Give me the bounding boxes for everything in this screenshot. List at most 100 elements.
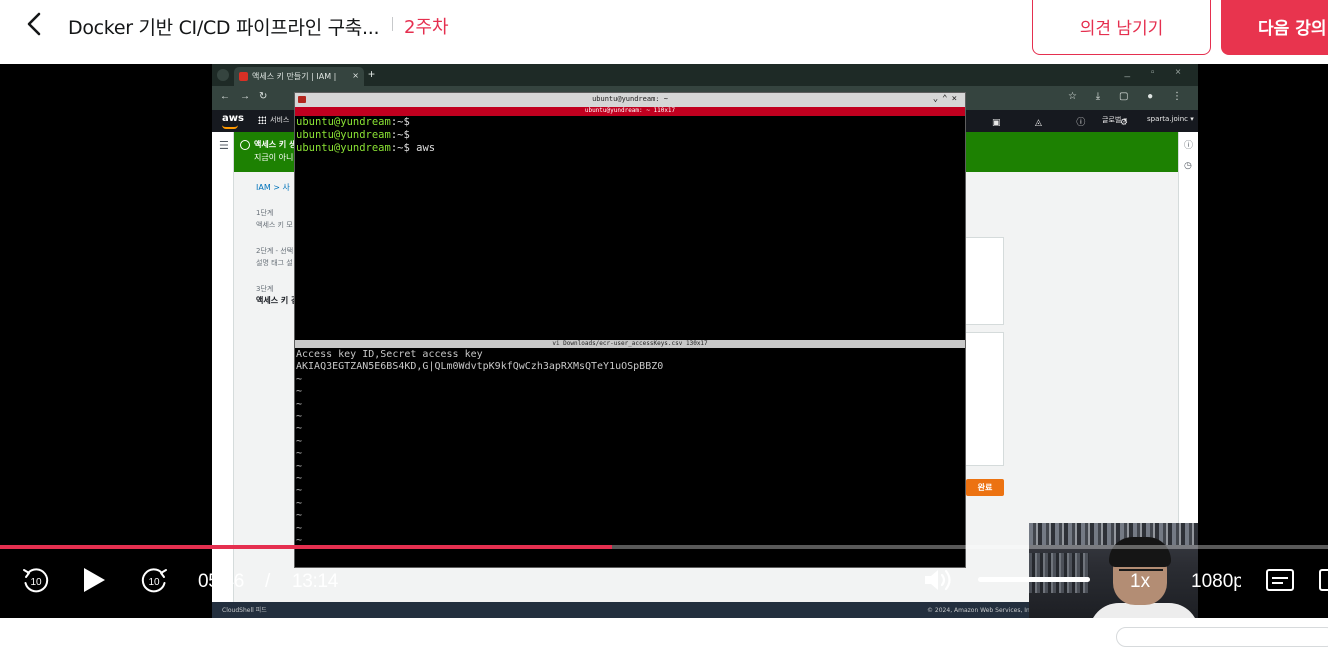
step3-name: 액세스 키 검 — [256, 296, 299, 305]
next-lecture-button[interactable]: 다음 강의 — [1221, 0, 1328, 55]
grid-icon — [258, 116, 266, 124]
info-icon: ⓘ — [1184, 140, 1194, 150]
top-bar: Docker 기반 CI/CD 파이프라인 구축... 2주차 의견 남기기 다… — [0, 0, 1328, 64]
fullscreen-button[interactable] — [1318, 568, 1328, 597]
vi-empty-line: ~ — [296, 522, 303, 534]
prompt-suffix: :~$ — [390, 129, 410, 141]
shell-pane: ubuntu@yundream:~$ ubuntu@yundream:~$ ubun… — [295, 116, 965, 340]
player-controls: 10 10 05:46 / 13:14 1x 1080p — [0, 549, 1328, 618]
breadcrumb: IAM > 사 — [256, 183, 290, 192]
account-menu: sparta.joinc ▾ — [1147, 115, 1194, 123]
volume-level — [978, 577, 1090, 582]
week-label: 2주차 — [404, 17, 449, 38]
duration: 13:14 — [292, 571, 339, 592]
browser-tabstrip: 액세스 키 만들기 | IAM | × + _ ▫ × — [212, 64, 1198, 86]
vi-pane: Access key ID,Secret access key AKIAQ3EGT… — [295, 349, 965, 569]
favicon-icon — [239, 72, 248, 81]
course-title: Docker 기반 CI/CD 파이프라인 구축... — [68, 17, 380, 39]
subtitles-button[interactable] — [1265, 568, 1295, 597]
vi-empty-line: ~ — [296, 448, 303, 460]
back-arrow-icon: ← — [220, 91, 230, 102]
tmux-status-bar: ubuntu@yundream: ~ 110x17 — [295, 107, 965, 116]
new-tab-icon: + — [368, 67, 376, 81]
check-circle-icon — [240, 140, 250, 150]
browser-tab: 액세스 키 만들기 | IAM | × — [234, 67, 364, 86]
rewind-10-icon: 10 — [23, 568, 49, 593]
vi-empty-line: ~ — [296, 411, 303, 423]
terminal-titlebar: ubuntu@yundream: ~ ⌄⌃× — [295, 93, 965, 107]
vi-empty-line: ~ — [296, 423, 303, 435]
browser-tab-title: 액세스 키 만들기 | IAM | — [252, 72, 337, 81]
vi-empty-line: ~ — [296, 386, 303, 398]
step2-label: 2단계 - 선택 — [256, 247, 294, 255]
step3-label: 3단계 — [256, 285, 274, 293]
play-button[interactable] — [80, 564, 108, 601]
csv-data-line: AKIAQ3EGTZAN5E6BS4KD,G|QLm0WdvtpK9kfQwCz… — [296, 361, 664, 373]
shell-command: aws — [409, 142, 436, 154]
step1-label: 1단계 — [256, 209, 274, 217]
volume-button[interactable] — [922, 564, 956, 601]
window-controls-icon: _ ▫ × — [1124, 67, 1190, 78]
playback-speed-button[interactable]: 1x — [1130, 571, 1150, 593]
done-button: 완료 — [966, 479, 1004, 496]
feedback-button[interactable]: 의견 남기기 — [1032, 0, 1211, 55]
reload-icon: ↻ — [259, 91, 268, 102]
tab-search-icon — [217, 69, 229, 81]
services-menu-label: 서비스 — [270, 116, 290, 124]
tmux-status: ubuntu@yundream: ~ 110x17 — [584, 107, 676, 114]
current-time: 05:46 — [198, 571, 245, 592]
prompt-user: ubuntu@yundream — [296, 142, 391, 154]
volume-slider[interactable] — [978, 577, 1090, 582]
prompt-suffix: :~$ — [390, 116, 410, 128]
rewind-label: 10 — [30, 577, 42, 588]
vi-empty-line: ~ — [296, 373, 303, 385]
wizard-steps: 1단계 액세스 키 모 2단계 - 선택 설명 태그 설 3단계 액세스 키 검 — [256, 207, 298, 307]
shell-line: ubuntu@yundream:~$ aws — [296, 142, 964, 155]
volume-icon — [925, 569, 951, 591]
prompt-suffix: :~$ — [390, 142, 410, 154]
menu-icon: ☰ — [219, 140, 229, 152]
back-button[interactable] — [20, 10, 48, 38]
prompt-user: ubuntu@yundream — [296, 129, 391, 141]
vi-empty-line: ~ — [296, 497, 303, 509]
play-icon — [84, 568, 105, 592]
step2-name: 설명 태그 설 — [256, 259, 293, 267]
vi-empty-line: ~ — [296, 435, 303, 447]
fullscreen-icon — [1319, 569, 1328, 591]
forward-10-button[interactable]: 10 — [138, 564, 170, 601]
csv-header-line: Access key ID,Secret access key — [296, 349, 483, 360]
csv-panel — [964, 332, 1004, 466]
terminal-window-controls: ⌄⌃× — [932, 94, 961, 104]
banner-title: 액세스 키 생 — [254, 140, 297, 149]
vi-empty-line: ~ — [296, 473, 303, 485]
vi-empty-line: ~ — [296, 510, 303, 522]
terminal-title: ubuntu@yundream: ~ — [592, 95, 668, 103]
title-divider — [392, 17, 393, 31]
access-key-panel — [964, 237, 1004, 325]
shell-line: ubuntu@yundream:~$ — [296, 129, 964, 142]
step1-name: 액세스 키 모 — [256, 221, 293, 229]
floating-chat-widget[interactable] — [1116, 627, 1328, 647]
vi-empty-line: ~ — [296, 398, 303, 410]
terminal-window: ubuntu@yundream: ~ ⌄⌃× ubuntu@yundream: … — [294, 92, 966, 568]
subtitles-icon — [1266, 569, 1294, 591]
chevron-left-icon — [27, 12, 41, 36]
quality-button[interactable]: 1080p — [1191, 571, 1241, 593]
rewind-10-button[interactable]: 10 — [20, 564, 52, 601]
time-separator: / — [265, 571, 270, 592]
browser-extension-icons: ☆ ⤓ ▢ ● ⋮ — [1068, 91, 1190, 102]
services-menu: 서비스 — [258, 115, 289, 125]
prompt-user: ubuntu@yundream — [296, 116, 391, 128]
aws-logo: aws — [222, 113, 244, 129]
vi-status: vi Downloads/ecr-user_accessKeys.csv 130… — [552, 340, 708, 347]
vi-pane-status: vi Downloads/ecr-user_accessKeys.csv 130… — [295, 340, 965, 348]
vi-empty-line: ~ — [296, 485, 303, 497]
clock-icon: ◷ — [1184, 160, 1192, 170]
forward-label: 10 — [148, 577, 160, 588]
vi-empty-line: ~ — [296, 460, 303, 472]
shell-line: ubuntu@yundream:~$ — [296, 116, 964, 129]
region-selector: 글로벌 ▾ — [1102, 116, 1128, 124]
video-player[interactable]: 액세스 키 만들기 | IAM | × + _ ▫ × ← → ↻ ☆ ⤓ ▢ … — [0, 64, 1328, 618]
forward-arrow-icon: → — [240, 91, 250, 102]
close-tab-icon: × — [352, 71, 359, 80]
